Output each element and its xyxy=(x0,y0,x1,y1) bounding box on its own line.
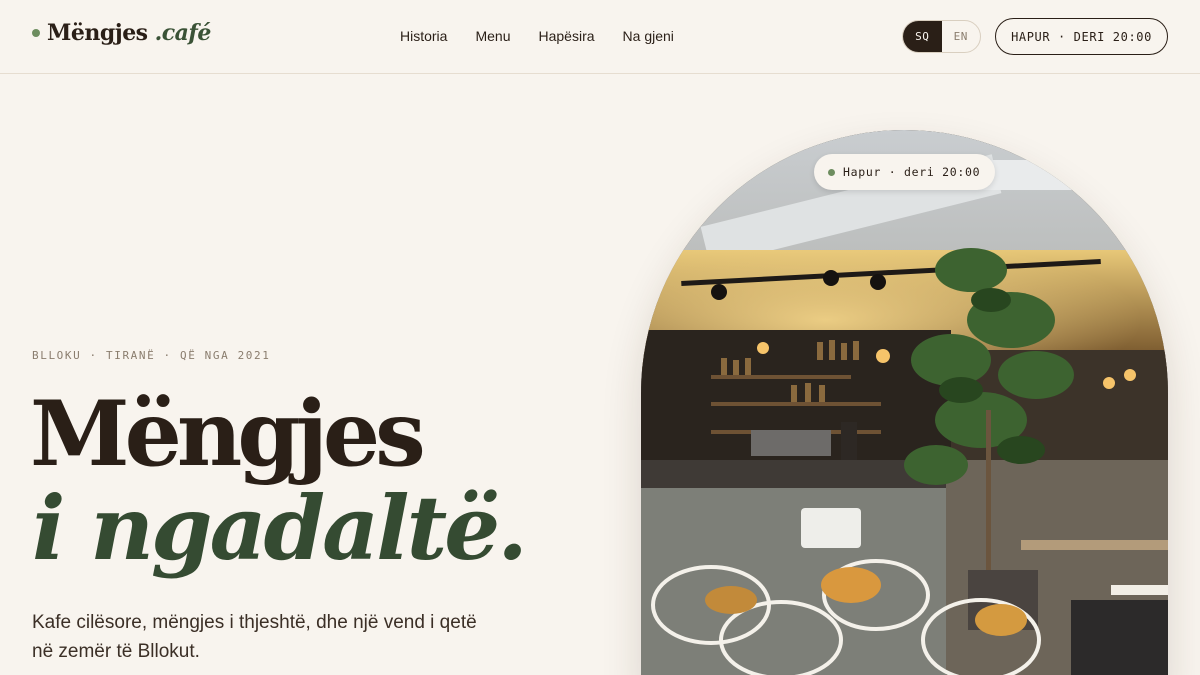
language-option-sq[interactable]: SQ xyxy=(903,21,942,52)
nav-link-hapesira[interactable]: Hapësira xyxy=(539,28,595,44)
hero-title: Mëngjes xyxy=(30,381,426,487)
hero-eyebrow: BLLOKU · TIRANË · QË NGA 2021 xyxy=(32,349,271,362)
photo-status-text: Hapur · deri 20:00 xyxy=(843,165,981,179)
opening-hours-button[interactable]: HAPUR · DERI 20:00 xyxy=(995,18,1168,55)
brand-name: Mëngjes xyxy=(47,20,148,46)
photo-status-pill: Hapur · deri 20:00 xyxy=(814,154,995,190)
main-nav: Historia Menu Hapësira Na gjeni xyxy=(400,28,674,44)
hero-description: Kafe cilësore, mëngjes i thjeshtë, dhe n… xyxy=(32,612,477,662)
nav-link-menu[interactable]: Menu xyxy=(475,28,510,44)
language-option-en[interactable]: EN xyxy=(942,21,981,52)
cafe-interior-illustration xyxy=(641,130,1168,675)
nav-link-na-gjeni[interactable]: Na gjeni xyxy=(623,28,674,44)
nav-link-historia[interactable]: Historia xyxy=(400,28,447,44)
hero-title-italic: i ngadaltë. xyxy=(32,476,528,580)
language-switcher: SQ EN xyxy=(902,20,981,53)
logo-dot-icon xyxy=(32,29,40,37)
brand-suffix: .café xyxy=(154,20,212,46)
site-header: Mëngjes .café Historia Menu Hapësira Na g… xyxy=(0,0,1200,74)
status-dot-icon xyxy=(828,168,835,176)
brand-logo[interactable]: Mëngjes .café xyxy=(32,20,211,46)
cafe-interior-photo xyxy=(641,130,1168,675)
